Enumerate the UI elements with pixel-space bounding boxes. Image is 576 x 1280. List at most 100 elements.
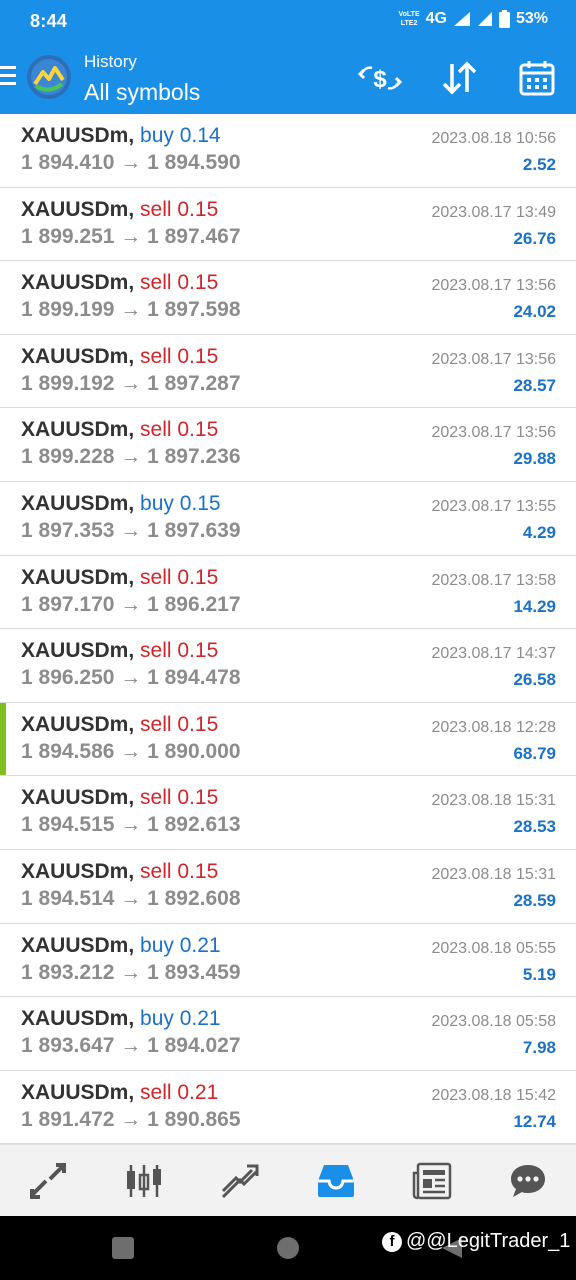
trade-side: sell 0.15	[140, 344, 219, 368]
trade-profit: 26.76	[513, 228, 556, 248]
tab-history[interactable]	[288, 1145, 384, 1216]
trade-history-list: XAUUSDm, buy 0.14 1 894.410 → 1 894.590 …	[0, 114, 576, 1145]
trade-symbol: XAUUSDm, sell 0.15	[21, 418, 218, 442]
list-item[interactable]: XAUUSDm, buy 0.14 1 894.410 → 1 894.590 …	[0, 114, 576, 188]
trade-date: 2023.08.17 14:37	[431, 645, 556, 663]
trade-symbol: XAUUSDm, sell 0.15	[21, 786, 218, 810]
trade-prices: 1 899.199 → 1 897.598	[21, 298, 241, 322]
symbol-name: XAUUSDm,	[21, 418, 135, 442]
volte-indicator: VoLTE LTE2	[398, 10, 419, 28]
trade-symbol: XAUUSDm, buy 0.14	[21, 124, 221, 148]
chart-icon	[127, 1164, 161, 1197]
trade-profit: 2.52	[522, 155, 556, 174]
trade-symbol: XAUUSDm, buy 0.15	[21, 492, 221, 516]
trade-symbol: XAUUSDm, sell 0.15	[21, 198, 218, 222]
trade-profit: 29.88	[513, 449, 556, 469]
trade-symbol: XAUUSDm, buy 0.21	[21, 934, 221, 958]
symbol-filter[interactable]: All symbols	[84, 79, 200, 106]
symbol-name: XAUUSDm,	[21, 197, 135, 221]
symbol-name: XAUUSDm,	[21, 712, 135, 736]
signal-icon	[453, 12, 470, 26]
trade-date: 2023.08.18 15:31	[431, 865, 556, 883]
app-bar: History All symbols $	[0, 42, 576, 114]
trade-date: 2023.08.17 13:56	[431, 424, 556, 442]
trade-symbol: XAUUSDm, sell 0.15	[21, 860, 218, 884]
signal-icon-2	[477, 12, 492, 26]
symbol-name: XAUUSDm,	[21, 124, 135, 147]
trade-side: sell 0.15	[140, 786, 219, 810]
trade-profit: 24.02	[513, 302, 556, 322]
trade-side: buy 0.14	[140, 124, 221, 147]
top-bar: 8:44 VoLTE LTE2 4G 53% History All symbo…	[0, 0, 576, 114]
list-item[interactable]: XAUUSDm, buy 0.21 1 893.647 → 1 894.027 …	[0, 997, 576, 1071]
metatrader-logo	[26, 54, 72, 100]
trade-profit: 28.59	[513, 890, 556, 910]
list-item[interactable]: XAUUSDm, buy 0.15 1 897.353 → 1 897.639 …	[0, 482, 576, 556]
volte-top-label: VoLTE	[398, 11, 420, 18]
symbol-name: XAUUSDm,	[21, 271, 135, 295]
sort-icon[interactable]	[437, 58, 481, 98]
symbol-name: XAUUSDm,	[21, 491, 135, 515]
tab-trade[interactable]	[192, 1145, 288, 1216]
trade-prices: 1 891.472 → 1 890.865	[21, 1107, 241, 1131]
list-item[interactable]: XAUUSDm, sell 0.15 1 894.515 → 1 892.613…	[0, 776, 576, 850]
trade-profit: 5.19	[522, 964, 556, 984]
trade-side: buy 0.15	[140, 491, 221, 515]
trade-icon	[221, 1164, 259, 1198]
symbol-name: XAUUSDm,	[21, 786, 135, 810]
trade-prices: 1 893.212 → 1 893.459	[21, 960, 241, 984]
trade-side: sell 0.15	[140, 565, 219, 589]
tab-chart[interactable]	[96, 1145, 192, 1216]
tab-news[interactable]	[384, 1145, 480, 1216]
facebook-icon: f	[382, 1231, 402, 1252]
trade-prices: 1 899.251 → 1 897.467	[21, 224, 241, 248]
trade-prices: 1 893.647 → 1 894.027	[21, 1034, 241, 1058]
symbol-name: XAUUSDm,	[21, 859, 135, 883]
home-button[interactable]	[277, 1237, 299, 1259]
trade-prices: 1 894.586 → 1 890.000	[21, 739, 241, 763]
list-item[interactable]: XAUUSDm, sell 0.21 1 891.472 → 1 890.865…	[0, 1071, 576, 1145]
trade-date: 2023.08.18 10:56	[431, 130, 556, 147]
list-item[interactable]: XAUUSDm, sell 0.15 1 894.586 → 1 890.000…	[0, 702, 576, 777]
list-item[interactable]: XAUUSDm, sell 0.15 1 899.251 → 1 897.467…	[0, 188, 576, 262]
trade-symbol: XAUUSDm, sell 0.21	[21, 1081, 218, 1105]
recent-apps-button[interactable]	[112, 1237, 134, 1259]
trade-symbol: XAUUSDm, buy 0.21	[21, 1007, 221, 1031]
tab-quotes[interactable]	[0, 1145, 96, 1216]
trade-profit: 26.58	[513, 670, 556, 690]
battery-percent: 53%	[515, 10, 548, 27]
trade-prices: 1 894.515 → 1 892.613	[21, 813, 241, 837]
list-item[interactable]: XAUUSDm, buy 0.21 1 893.212 → 1 893.459 …	[0, 924, 576, 998]
list-item[interactable]: XAUUSDm, sell 0.15 1 896.250 → 1 894.478…	[0, 629, 576, 703]
volte-bottom-label: LTE2	[400, 20, 418, 27]
trade-symbol: XAUUSDm, sell 0.15	[21, 345, 218, 369]
list-item[interactable]: XAUUSDm, sell 0.15 1 899.192 → 1 897.287…	[0, 335, 576, 409]
trade-profit: 7.98	[522, 1038, 556, 1058]
trade-date: 2023.08.18 15:42	[431, 1086, 556, 1104]
watermark-text: @@LegitTrader_1	[406, 1230, 571, 1252]
calendar-icon[interactable]	[515, 58, 559, 98]
trade-date: 2023.08.18 05:55	[431, 939, 556, 957]
list-item[interactable]: XAUUSDm, sell 0.15 1 897.170 → 1 896.217…	[0, 556, 576, 630]
trade-side: sell 0.15	[140, 418, 219, 442]
trade-side: sell 0.15	[140, 197, 219, 221]
system-nav-bar: f @@LegitTrader_1	[0, 1216, 576, 1280]
trade-date: 2023.08.17 13:55	[431, 497, 556, 515]
list-item[interactable]: XAUUSDm, sell 0.15 1 899.228 → 1 897.236…	[0, 408, 576, 482]
trade-profit: 28.53	[513, 817, 556, 837]
trade-symbol: XAUUSDm, sell 0.15	[21, 713, 218, 737]
list-item[interactable]: XAUUSDm, sell 0.15 1 894.514 → 1 892.608…	[0, 850, 576, 924]
currency-exchange-icon[interactable]: $	[358, 58, 402, 98]
trade-prices: 1 899.228 → 1 897.236	[21, 445, 241, 469]
trade-prices: 1 897.353 → 1 897.639	[21, 518, 241, 542]
trade-side: sell 0.15	[140, 271, 219, 295]
menu-icon[interactable]	[0, 66, 16, 88]
list-item[interactable]: XAUUSDm, sell 0.15 1 899.199 → 1 897.598…	[0, 261, 576, 335]
symbol-name: XAUUSDm,	[21, 639, 135, 663]
trade-side: sell 0.15	[140, 639, 219, 663]
symbol-name: XAUUSDm,	[21, 1007, 135, 1031]
chat-icon	[511, 1164, 545, 1197]
tab-chat[interactable]	[480, 1145, 576, 1216]
trade-side: sell 0.15	[140, 859, 219, 883]
trade-date: 2023.08.17 13:56	[431, 350, 556, 368]
